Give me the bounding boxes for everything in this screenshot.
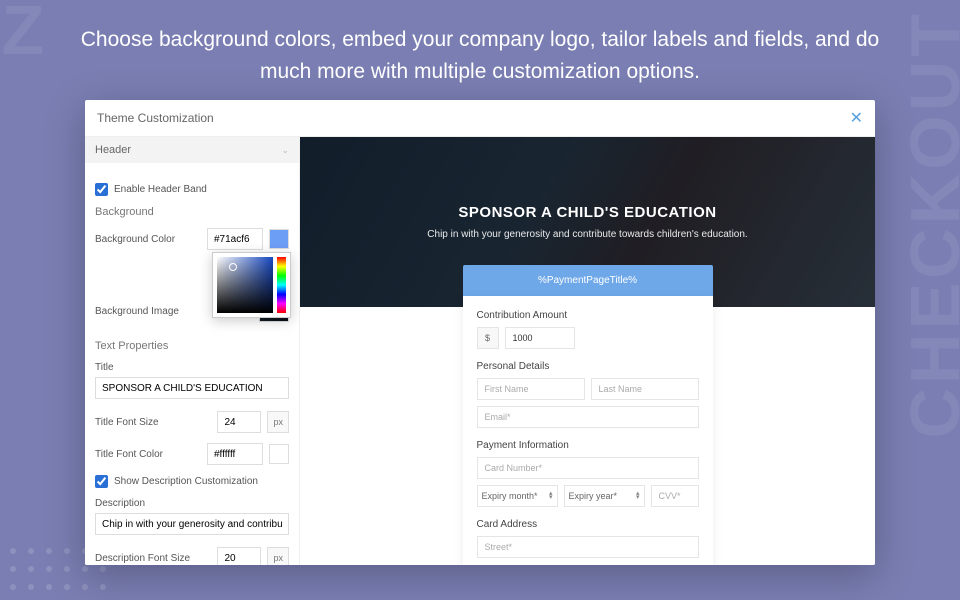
last-name-input[interactable]: Last Name (591, 378, 699, 400)
window-titlebar: Theme Customization ✕ (85, 100, 875, 137)
title-font-size-input[interactable] (217, 411, 261, 433)
description-input[interactable] (95, 513, 289, 535)
show-desc-label: Show Description Customization (114, 476, 258, 487)
description-label: Description (95, 498, 289, 509)
color-picker-gradient[interactable] (217, 257, 273, 313)
first-name-input[interactable]: First Name (477, 378, 585, 400)
color-picker-hue[interactable] (277, 257, 286, 313)
bg-color-label: Background Color (95, 234, 201, 245)
contribution-label: Contribution Amount (477, 310, 699, 321)
bg-color-input[interactable] (207, 228, 263, 250)
desc-font-size-unit: px (267, 547, 289, 565)
sidebar-panel: Header ⌄ Enable Header Band Background B… (85, 137, 300, 565)
desc-font-size-label: Description Font Size (95, 553, 211, 564)
show-desc-checkbox[interactable] (95, 475, 108, 488)
payment-info-label: Payment Information (477, 440, 699, 451)
enable-header-checkbox[interactable] (95, 183, 108, 196)
bg-decor-left: IZ (0, 0, 46, 70)
payment-form: %PaymentPageTitle% Contribution Amount $… (463, 265, 713, 565)
currency-symbol: $ (477, 327, 499, 349)
card-number-input[interactable]: Card Number* (477, 457, 699, 479)
bg-decor-right: CHECKOUT (895, 10, 960, 439)
title-font-size-label: Title Font Size (95, 417, 211, 428)
email-input[interactable]: Email* (477, 406, 699, 428)
background-heading: Background (95, 206, 289, 218)
personal-details-label: Personal Details (477, 361, 699, 372)
amount-input[interactable]: 1000 (505, 327, 575, 349)
preview-pane: SPONSOR A CHILD'S EDUCATION Chip in with… (300, 137, 875, 565)
title-label: Title (95, 362, 289, 373)
expiry-year-select[interactable]: Expiry year*▴▾ (564, 485, 645, 507)
payment-form-header: %PaymentPageTitle% (463, 265, 713, 296)
card-address-label: Card Address (477, 519, 699, 530)
title-font-size-unit: px (267, 411, 289, 433)
expiry-month-select[interactable]: Expiry month*▴▾ (477, 485, 558, 507)
title-input[interactable] (95, 377, 289, 399)
desc-font-size-input[interactable] (217, 547, 261, 565)
bg-color-swatch[interactable] (269, 229, 289, 249)
enable-header-label: Enable Header Band (114, 184, 207, 195)
close-icon[interactable]: ✕ (850, 108, 863, 128)
street-input[interactable]: Street* (477, 536, 699, 558)
hero-title: SPONSOR A CHILD'S EDUCATION (458, 204, 716, 221)
title-font-color-input[interactable] (207, 443, 263, 465)
section-header-toggle[interactable]: Header ⌄ (85, 137, 299, 163)
text-props-heading: Text Properties (95, 340, 289, 352)
page-headline: Choose background colors, embed your com… (0, 0, 960, 105)
color-picker-popover[interactable] (212, 252, 291, 318)
section-header-label: Header (95, 144, 131, 156)
theme-customization-window: Theme Customization ✕ Header ⌄ Enable He… (85, 100, 875, 565)
cvv-input[interactable]: CVV* (651, 485, 699, 507)
hero-description: Chip in with your generosity and contrib… (427, 229, 747, 240)
title-font-color-swatch[interactable] (269, 444, 289, 464)
chevron-down-icon: ⌄ (281, 145, 289, 156)
window-title: Theme Customization (97, 111, 214, 125)
title-font-color-label: Title Font Color (95, 449, 201, 460)
